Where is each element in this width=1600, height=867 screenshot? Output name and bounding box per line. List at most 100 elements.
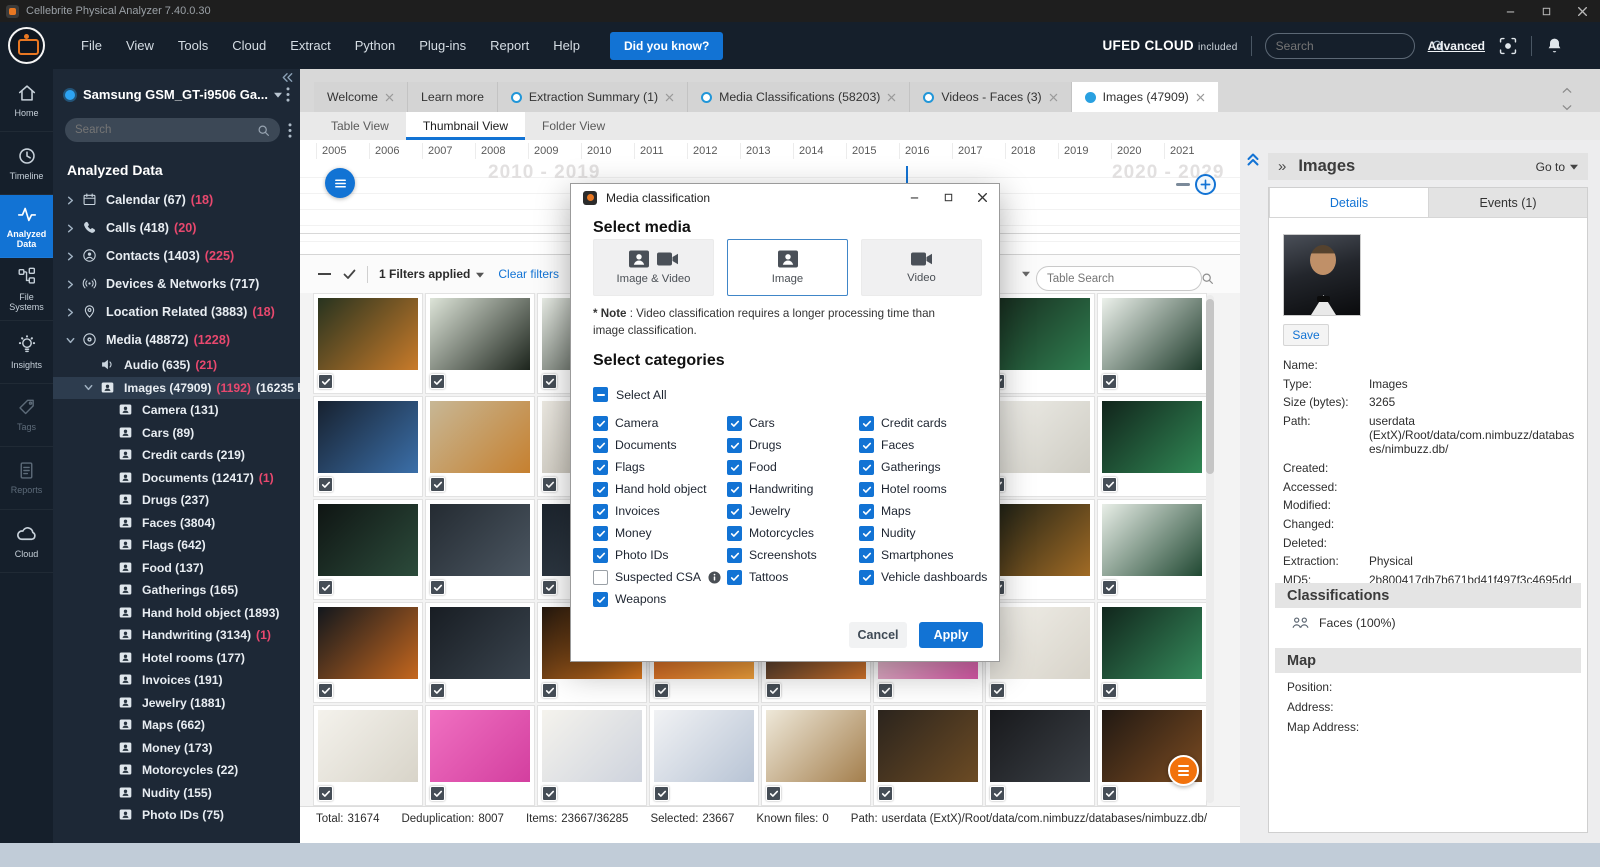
- category-row[interactable]: Nudity: [859, 522, 987, 544]
- category-checkbox[interactable]: [593, 548, 608, 563]
- document-tab[interactable]: Media Classifications (58203): [688, 82, 910, 112]
- expand-chevron[interactable]: [101, 517, 118, 529]
- thumbnail-cell[interactable]: [313, 705, 423, 806]
- expand-chevron[interactable]: [101, 472, 118, 484]
- expand-chevron[interactable]: [101, 449, 118, 461]
- media-type-card[interactable]: Video: [861, 239, 982, 296]
- tree-item[interactable]: Credit cards (219): [53, 444, 300, 467]
- close-tab-icon[interactable]: [887, 93, 896, 102]
- expand-chevron[interactable]: [101, 562, 118, 574]
- thumbnail-cell[interactable]: [313, 499, 423, 600]
- menu-item[interactable]: Python: [343, 30, 407, 61]
- tree-item[interactable]: Camera (131): [53, 399, 300, 422]
- thumbnail-cell[interactable]: [537, 705, 647, 806]
- filters-caret-icon[interactable]: [476, 272, 484, 278]
- thumbnail-checkbox[interactable]: [542, 786, 557, 801]
- thumbnail-cell[interactable]: [649, 705, 759, 806]
- thumbnail-cell[interactable]: [1097, 396, 1207, 497]
- dialog-maximize-icon[interactable]: [931, 184, 965, 211]
- goto-dropdown[interactable]: Go to: [1536, 160, 1578, 174]
- category-row[interactable]: Suspected CSA: [593, 566, 721, 588]
- select-all-checkbox[interactable]: [593, 387, 608, 402]
- media-type-card[interactable]: Image: [727, 239, 848, 296]
- category-checkbox[interactable]: [593, 416, 608, 431]
- details-tab[interactable]: Details: [1269, 188, 1428, 217]
- category-row[interactable]: Maps: [859, 500, 987, 522]
- grid-options-caret-icon[interactable]: [1022, 271, 1030, 277]
- grid-scrollbar[interactable]: [1206, 295, 1214, 803]
- menu-item[interactable]: Report: [478, 30, 541, 61]
- tree-search[interactable]: [65, 118, 280, 142]
- thumbnail-checkbox[interactable]: [430, 580, 445, 595]
- did-you-know-button[interactable]: Did you know?: [610, 32, 723, 60]
- nav-item[interactable]: Reports: [0, 447, 53, 510]
- category-row[interactable]: Flags: [593, 456, 721, 478]
- category-checkbox[interactable]: [859, 504, 874, 519]
- tree-item[interactable]: Hotel rooms (177): [53, 647, 300, 670]
- category-row[interactable]: Gatherings: [859, 456, 987, 478]
- tree-item[interactable]: Images (47909) (1192) (16235 known fi: [53, 377, 300, 400]
- info-icon[interactable]: [708, 571, 721, 584]
- advanced-search-link[interactable]: Advanced: [1428, 39, 1485, 53]
- category-checkbox[interactable]: [859, 416, 874, 431]
- thumbnail-checkbox[interactable]: [430, 374, 445, 389]
- minimize-window-icon[interactable]: [1492, 0, 1528, 22]
- collapse-panel-icon[interactable]: [281, 71, 294, 84]
- category-checkbox[interactable]: [593, 592, 608, 607]
- tree-item[interactable]: Hand hold object (1893): [53, 602, 300, 625]
- category-row[interactable]: Documents: [593, 434, 721, 456]
- category-checkbox[interactable]: [727, 482, 742, 497]
- thumbnail-checkbox[interactable]: [318, 374, 333, 389]
- close-tab-icon[interactable]: [385, 93, 394, 102]
- category-checkbox[interactable]: [859, 438, 874, 453]
- category-checkbox[interactable]: [727, 504, 742, 519]
- category-row[interactable]: Money: [593, 522, 721, 544]
- category-row[interactable]: Handwriting: [727, 478, 817, 500]
- close-window-icon[interactable]: [1564, 0, 1600, 22]
- thumbnail-checkbox[interactable]: [766, 683, 781, 698]
- zoom-out-button[interactable]: [1176, 183, 1190, 186]
- expand-chevron[interactable]: [101, 629, 118, 641]
- category-checkbox[interactable]: [859, 570, 874, 585]
- menu-item[interactable]: Tools: [166, 30, 220, 61]
- thumbnail-checkbox[interactable]: [542, 580, 557, 595]
- thumbnail-cell[interactable]: [985, 705, 1095, 806]
- chev-down-icon[interactable]: [83, 382, 100, 394]
- thumbnail-cell[interactable]: [425, 396, 535, 497]
- thumbnail-checkbox[interactable]: [542, 374, 557, 389]
- expand-chevron[interactable]: [101, 674, 118, 686]
- thumbnail-checkbox[interactable]: [430, 683, 445, 698]
- tree-search-input[interactable]: [75, 124, 257, 136]
- tree-item[interactable]: Calls (418) (20): [53, 214, 300, 242]
- thumbnail-cell[interactable]: [313, 293, 423, 394]
- category-row[interactable]: Photo IDs: [593, 544, 721, 566]
- thumbnail-checkbox[interactable]: [1102, 683, 1117, 698]
- nav-item[interactable]: File Systems: [0, 258, 53, 321]
- tree-item[interactable]: Food (137): [53, 557, 300, 580]
- category-row[interactable]: Vehicle dashboards: [859, 566, 987, 588]
- thumbnail-cell[interactable]: [985, 396, 1095, 497]
- tree-item[interactable]: Calendar (67) (18): [53, 186, 300, 214]
- expand-chevron[interactable]: [101, 539, 118, 551]
- category-row[interactable]: Faces: [859, 434, 987, 456]
- view-subtab[interactable]: Thumbnail View: [406, 112, 525, 140]
- chev-right-icon[interactable]: [65, 222, 82, 234]
- filters-applied-label[interactable]: 1 Filters applied: [379, 267, 470, 281]
- thumbnail-cell[interactable]: [985, 293, 1095, 394]
- close-tab-icon[interactable]: [665, 93, 674, 102]
- expand-chevron[interactable]: [101, 742, 118, 754]
- chev-right-icon[interactable]: [65, 278, 82, 290]
- expand-chevron[interactable]: [101, 809, 118, 821]
- thumbnail-checkbox[interactable]: [430, 786, 445, 801]
- thumbnail-cell[interactable]: [1097, 499, 1207, 600]
- expand-chevron[interactable]: [101, 787, 118, 799]
- thumbnail-checkbox[interactable]: [990, 683, 1005, 698]
- tree-item[interactable]: Photo IDs (75): [53, 804, 300, 827]
- tree-item[interactable]: Flags (642): [53, 534, 300, 557]
- thumbnail-checkbox[interactable]: [318, 477, 333, 492]
- category-checkbox[interactable]: [593, 460, 608, 475]
- category-checkbox[interactable]: [593, 504, 608, 519]
- nav-item[interactable]: Home: [0, 69, 53, 132]
- category-checkbox[interactable]: [859, 482, 874, 497]
- save-button[interactable]: Save: [1283, 324, 1329, 346]
